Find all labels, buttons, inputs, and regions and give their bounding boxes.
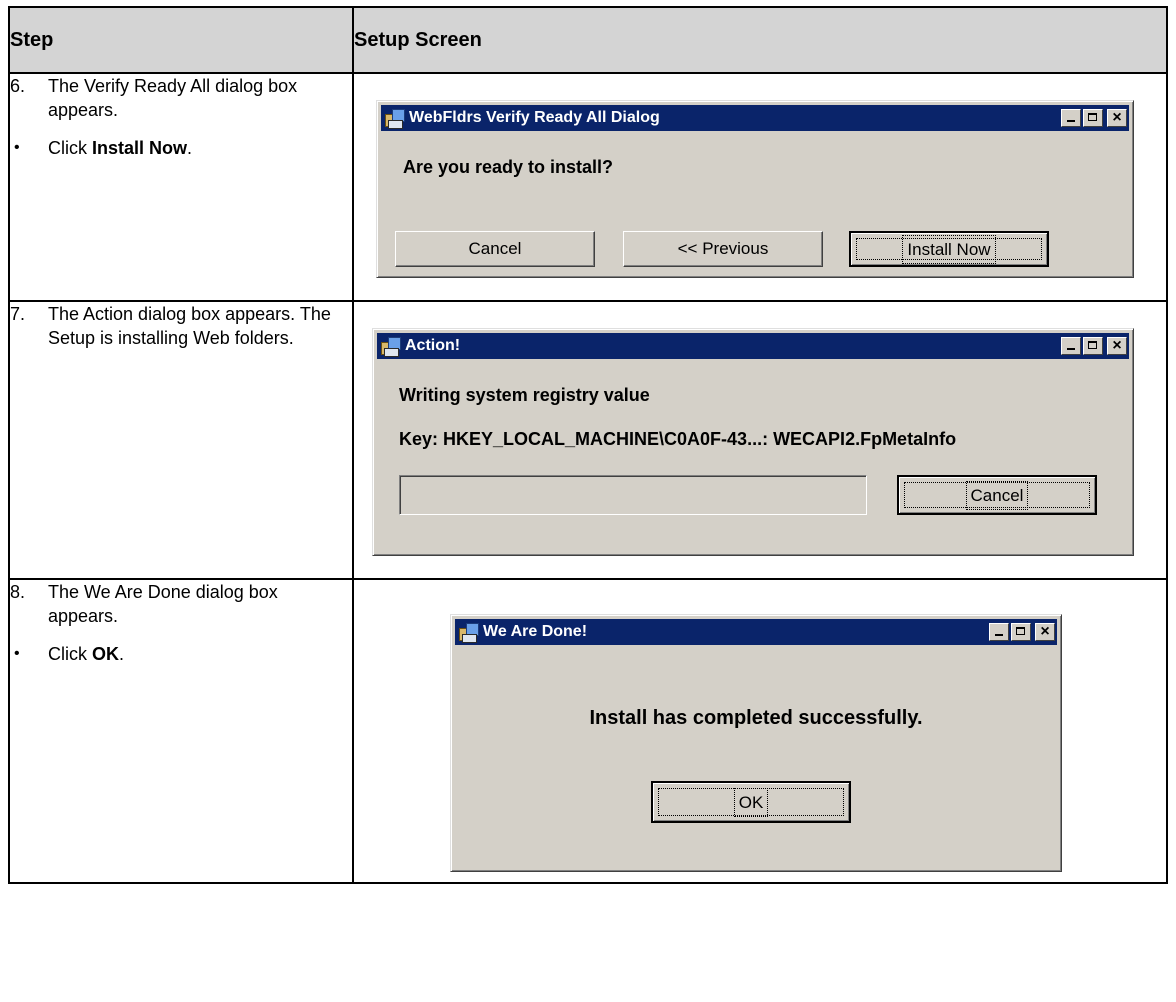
screen-cell: WebFldrs Verify Ready All Dialog × Are y… (352, 72, 1168, 302)
screen-cell: Action! × Writing system registry value … (352, 300, 1168, 580)
maximize-icon[interactable] (1083, 337, 1103, 355)
previous-button[interactable]: << Previous (623, 231, 823, 267)
minimize-icon[interactable] (989, 623, 1009, 641)
dialog-title: Action! (405, 337, 461, 354)
step-cell: 7. The Action dialog box appears. The Se… (8, 300, 354, 580)
close-icon[interactable]: × (1107, 337, 1127, 355)
bullet-icon: • (14, 645, 20, 662)
table-row: 7. The Action dialog box appears. The Se… (8, 300, 1168, 580)
step-description: 6. The Verify Ready All dialog box appea… (10, 74, 352, 122)
we-are-done-dialog: We Are Done! × Install has completed suc… (450, 614, 1062, 872)
step-column-header: Step (8, 6, 354, 74)
install-now-button[interactable]: Install Now (849, 231, 1049, 267)
table-row: 8. The We Are Done dialog box appears. •… (8, 578, 1168, 884)
dialog-message: Are you ready to install? (403, 157, 614, 177)
table-header-row: Step Setup Screen (8, 6, 1168, 74)
verify-ready-dialog: WebFldrs Verify Ready All Dialog × Are y… (376, 100, 1134, 278)
steps-table: Step Setup Screen 6. The Verify Ready Al… (8, 6, 1168, 884)
step-description: 7. The Action dialog box appears. The Se… (10, 302, 352, 350)
step-cell: 8. The We Are Done dialog box appears. •… (8, 578, 354, 884)
action-keyword: Install Now (92, 138, 188, 158)
dialog-titlebar: Action! × (377, 333, 1129, 359)
table-row: 6. The Verify Ready All dialog box appea… (8, 72, 1168, 302)
bullet-icon: • (14, 139, 20, 156)
step-action: • Click Install Now. (10, 136, 352, 160)
setup-app-icon (379, 336, 401, 357)
step-number: 8. (10, 582, 26, 602)
minimize-icon[interactable] (1061, 337, 1081, 355)
step-action-text: Click OK. (48, 644, 125, 664)
setup-app-icon (457, 622, 479, 643)
step-action: • Click OK. (10, 642, 352, 666)
dialog-titlebar: We Are Done! × (455, 619, 1057, 645)
setup-screen-column-header: Setup Screen (352, 6, 1168, 74)
dialog-titlebar: WebFldrs Verify Ready All Dialog × (381, 105, 1129, 131)
dialog-title: We Are Done! (483, 623, 588, 640)
progress-bar (399, 475, 867, 515)
action-keyword: OK (92, 644, 119, 664)
step-number: 7. (10, 304, 26, 324)
dialog-title: WebFldrs Verify Ready All Dialog (409, 109, 660, 126)
setup-app-icon (383, 108, 405, 129)
screen-cell: We Are Done! × Install has completed suc… (352, 578, 1168, 884)
registry-key-text: Key: HKEY_LOCAL_MACHINE\C0A0F-43...: WEC… (399, 429, 957, 449)
cancel-button[interactable]: Cancel (395, 231, 595, 267)
action-dialog: Action! × Writing system registry value … (372, 328, 1134, 556)
ok-button[interactable]: OK (651, 781, 851, 823)
close-icon[interactable]: × (1035, 623, 1055, 641)
maximize-icon[interactable] (1011, 623, 1031, 641)
step-cell: 6. The Verify Ready All dialog box appea… (8, 72, 354, 302)
step-description: 8. The We Are Done dialog box appears. (10, 580, 352, 628)
step-number: 6. (10, 76, 26, 96)
dialog-message: Install has completed successfully. (589, 707, 923, 729)
step-text: The We Are Done dialog box appears. (48, 582, 278, 626)
minimize-icon[interactable] (1061, 109, 1081, 127)
dialog-message: Writing system registry value (399, 385, 650, 405)
step-text: The Verify Ready All dialog box appears. (48, 76, 298, 120)
step-action-text: Click Install Now. (48, 138, 193, 158)
cancel-button[interactable]: Cancel (897, 475, 1097, 515)
close-icon[interactable]: × (1107, 109, 1127, 127)
maximize-icon[interactable] (1083, 109, 1103, 127)
step-text: The Action dialog box appears. The Setup… (48, 304, 331, 348)
